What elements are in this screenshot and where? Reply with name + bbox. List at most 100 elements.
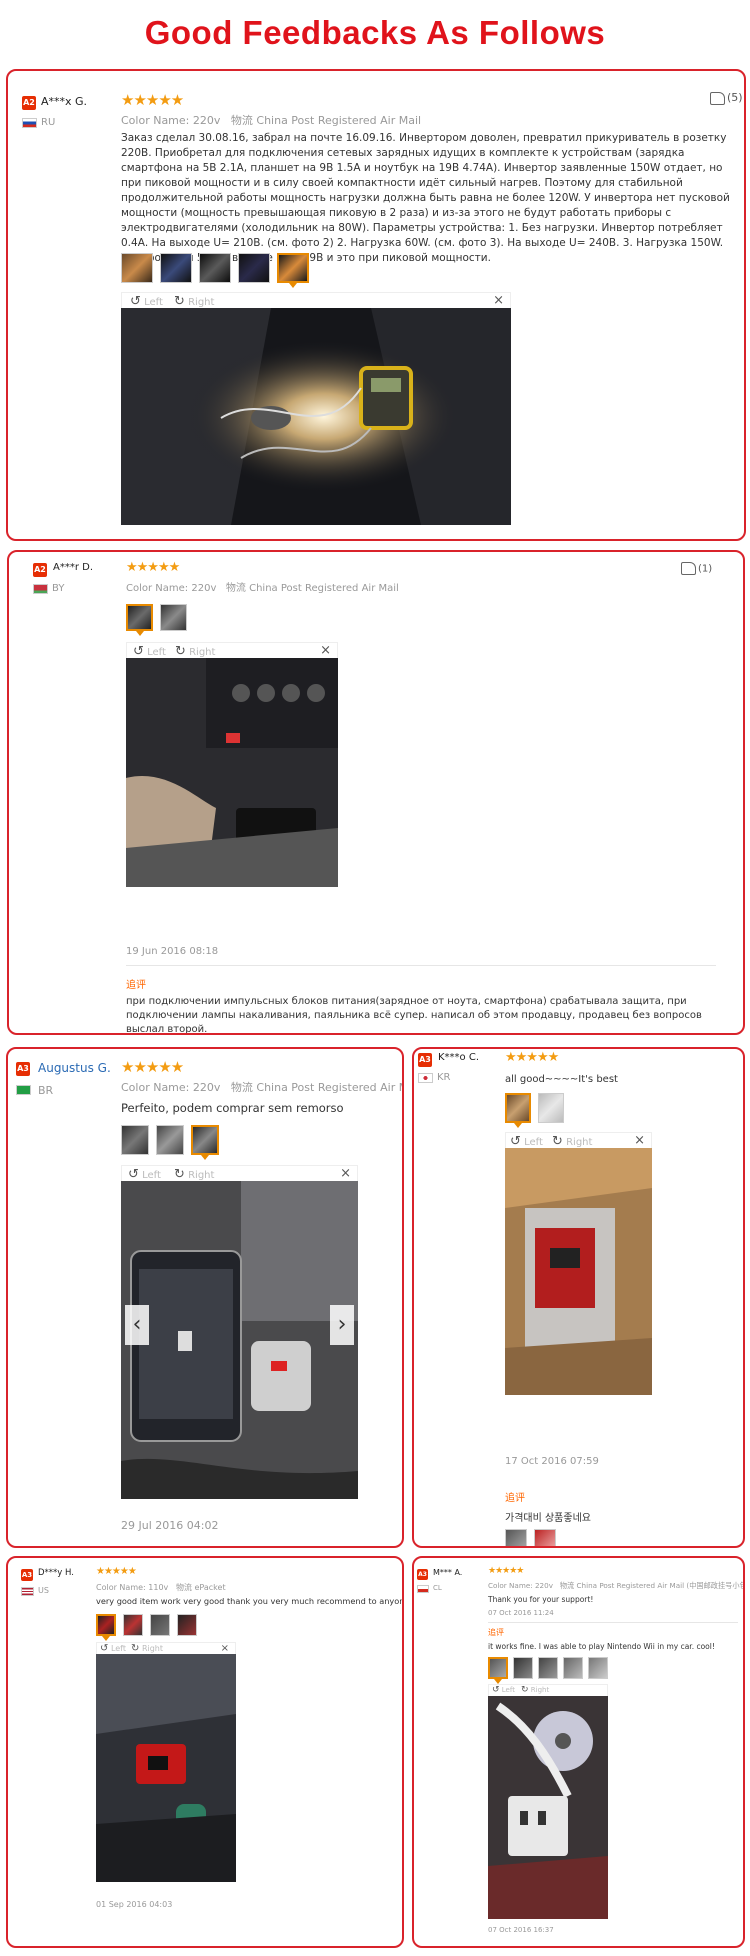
reviewer-name[interactable]: A***x G. [41, 95, 87, 108]
review-photo [96, 1654, 236, 1882]
photo-thumbnail[interactable] [199, 253, 231, 283]
color-label: Color Name: [126, 583, 189, 594]
rotate-left-button[interactable]: ↺ Left [100, 1643, 126, 1654]
rotate-left-button[interactable]: ↺ Left [133, 644, 166, 659]
reviewer-name[interactable]: Augustus G. [38, 1061, 111, 1075]
rotate-left-button[interactable]: ↺ Left [510, 1134, 543, 1149]
rotate-right-label: Right [189, 647, 216, 658]
rating-stars: ★★★★★ [488, 1566, 524, 1576]
color-value: 220v [192, 1081, 221, 1094]
rotate-right-icon: ↻ [174, 294, 185, 309]
photo-thumbnail[interactable] [505, 1529, 527, 1546]
photo-thumbnails [121, 1125, 226, 1160]
country-flag-icon [417, 1585, 429, 1593]
buyer-level-badge: A3 [16, 1062, 30, 1076]
photo-thumbnail[interactable] [588, 1657, 608, 1679]
reviewer-name[interactable]: A***r D. [53, 562, 93, 573]
followup-photo-thumbnails [505, 1529, 563, 1546]
photo-viewer: ↺ Left ↻ Right × [126, 642, 338, 887]
previous-photo-button[interactable]: ‹ [125, 1305, 149, 1345]
rotate-right-icon: ↻ [552, 1134, 563, 1149]
rotate-left-button[interactable]: ↺ Left [128, 1167, 161, 1182]
close-viewer-icon[interactable]: × [221, 1643, 229, 1654]
shipping-method: China Post Registered Air Mail [256, 114, 422, 127]
shipping-label: 物流 [230, 1081, 253, 1094]
helpful-button[interactable]: (5) [710, 91, 743, 105]
photo-thumbnail[interactable] [121, 253, 153, 283]
photo-thumbnail-selected[interactable] [488, 1657, 508, 1684]
shipping-method: China Post Registered Air Mail [256, 1081, 402, 1094]
photo-thumbnail-selected[interactable] [277, 253, 309, 288]
rotate-right-button[interactable]: ↻ Right [552, 1134, 592, 1149]
photo-thumbnails [126, 604, 194, 636]
color-value: 220v [534, 1581, 553, 1590]
rotate-right-button[interactable]: ↻ Right [131, 1643, 163, 1654]
reviewer-name[interactable]: K***o C. [438, 1052, 479, 1063]
review-card: A2 A***r D. BY ★★★★★ Color Name: 220v 物流… [7, 550, 745, 1035]
review-photo-image [488, 1696, 608, 1919]
close-viewer-icon[interactable]: × [493, 293, 504, 308]
rotate-right-label: Right [566, 1137, 593, 1148]
shipping-label: 物流 [175, 1583, 192, 1592]
review-text: Thank you for your support! [488, 1595, 594, 1604]
rotate-right-label: Right [530, 1686, 550, 1694]
photo-thumbnail[interactable] [121, 1125, 149, 1155]
country-flag-icon [21, 1587, 34, 1596]
review-meta: Color Name: 220v 物流 China Post Registere… [126, 579, 399, 594]
photo-thumbnail-selected[interactable] [126, 604, 153, 636]
review-meta: Color Name: 110v 物流 ePacket [96, 1582, 226, 1593]
country-code: US [38, 1586, 49, 1595]
review-text: Заказ сделал 30.08.16, забрал на почте 1… [121, 132, 730, 264]
photo-thumbnail-selected[interactable] [505, 1093, 531, 1128]
review-text: Perfeito, podem comprar sem remorso [121, 1101, 344, 1115]
photo-thumbnail[interactable] [160, 253, 192, 283]
review-photo-image [505, 1148, 652, 1395]
followup-label: 追评 [488, 1628, 504, 1637]
photo-viewer: ↺ Left ↻ Right × ‹ › [121, 1165, 358, 1499]
followup-text: 가격대비 상품좋네요 [505, 1513, 591, 1524]
reviewer-name[interactable]: M*** A. [433, 1568, 462, 1577]
rotate-right-button[interactable]: ↻ Right [175, 644, 215, 659]
review-photo-image [96, 1654, 236, 1882]
photo-viewer: ↺ Left ↻ Right × [121, 292, 511, 525]
photo-thumbnail[interactable] [177, 1614, 197, 1636]
review-date: 17 Oct 2016 07:59 [505, 1456, 599, 1467]
photo-thumbnail[interactable] [160, 604, 187, 631]
photo-viewer: ↺ Left ↻ Right × [96, 1642, 236, 1882]
country-flag-icon [418, 1073, 433, 1083]
helpful-button[interactable]: (1) [681, 562, 712, 575]
photo-thumbnail[interactable] [563, 1657, 583, 1679]
close-viewer-icon[interactable]: × [634, 1133, 645, 1148]
photo-thumbnail[interactable] [538, 1657, 558, 1679]
review-date: 29 Jul 2016 04:02 [121, 1519, 219, 1532]
followup-text: при подключении импульсных блоков питани… [126, 996, 702, 1035]
close-viewer-icon[interactable]: × [320, 643, 331, 658]
reviewer-name[interactable]: D***y H. [38, 1568, 74, 1578]
photo-thumbnail[interactable] [538, 1093, 564, 1123]
photo-thumbnail[interactable] [156, 1125, 184, 1155]
rotate-left-button[interactable]: ↺ Left [492, 1685, 515, 1695]
rotate-left-label: Left [144, 297, 163, 308]
review-text: very good item work very good thank you … [96, 1596, 404, 1606]
divider [488, 1622, 738, 1623]
next-photo-button[interactable]: › [330, 1305, 354, 1345]
country-code: KR [437, 1072, 451, 1083]
rotate-right-button[interactable]: ↻ Right [174, 1167, 214, 1182]
photo-thumbnail[interactable] [238, 253, 270, 283]
rotate-left-label: Left [110, 1644, 126, 1653]
photo-thumbnail-selected[interactable] [96, 1614, 116, 1641]
photo-thumbnail[interactable] [123, 1614, 143, 1636]
photo-thumbnail[interactable] [513, 1657, 533, 1679]
photo-viewer-toolbar: ↺ Left ↻ Right × [121, 292, 511, 309]
buyer-level-badge: A3 [21, 1569, 33, 1581]
country-code: BY [52, 583, 65, 594]
buyer-level-badge: A3 [417, 1569, 428, 1580]
photo-thumbnail[interactable] [534, 1529, 556, 1546]
photo-thumbnail-selected[interactable] [191, 1125, 219, 1160]
close-viewer-icon[interactable]: × [340, 1166, 351, 1181]
rotate-right-button[interactable]: ↻ Right [521, 1685, 549, 1695]
photo-thumbnail[interactable] [150, 1614, 170, 1636]
review-card: A2 A***x G. RU ★★★★★ Color Name: 220v 物流… [6, 69, 746, 541]
rotate-left-button[interactable]: ↺ Left [130, 294, 163, 309]
rotate-right-button[interactable]: ↻ Right [174, 294, 214, 309]
